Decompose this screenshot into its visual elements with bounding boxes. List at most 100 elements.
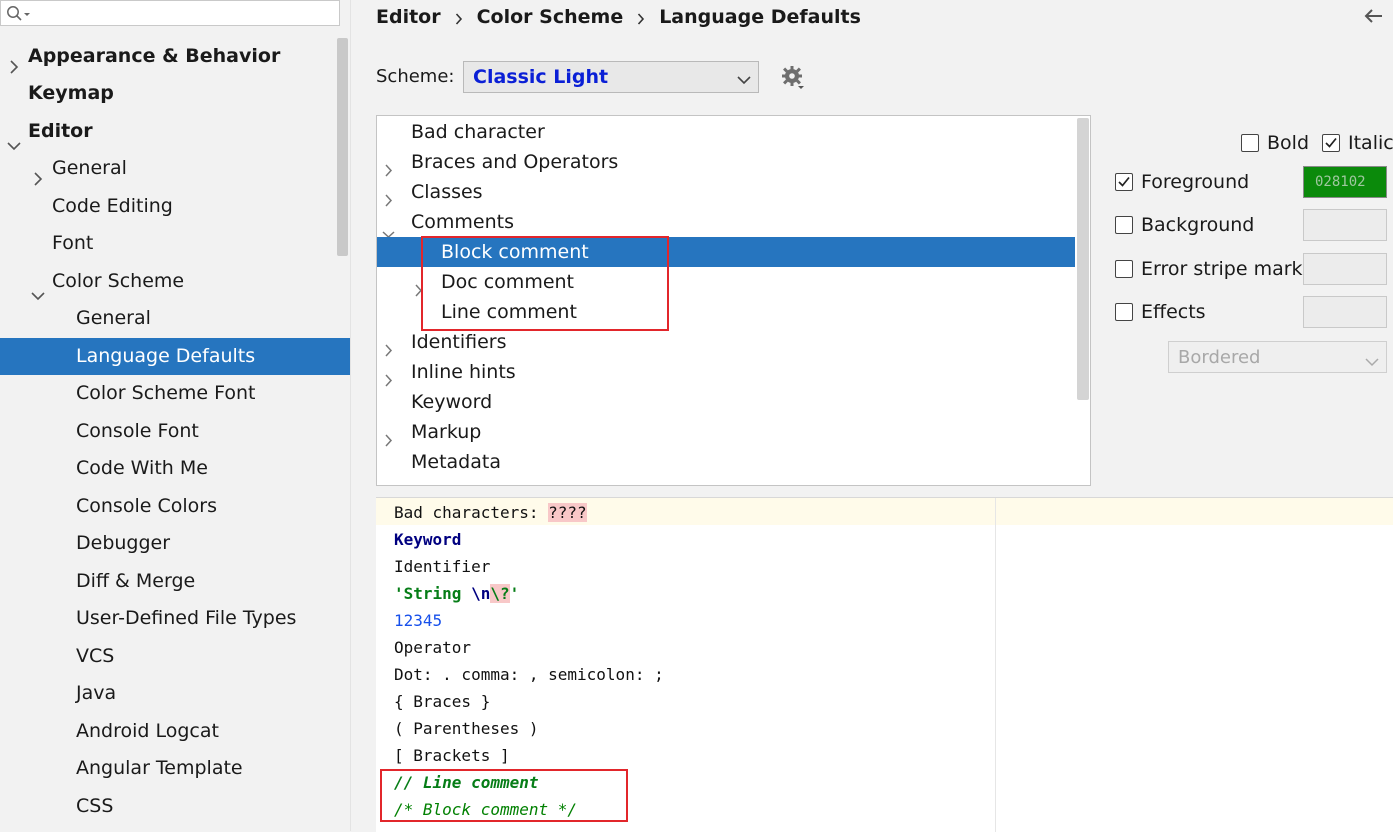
- bold-checkbox[interactable]: [1241, 134, 1259, 152]
- error-stripe-color-swatch[interactable]: [1303, 253, 1387, 285]
- preview-comments-highlight-box: [380, 769, 628, 822]
- sidebar-item-label: Diff & Merge: [76, 570, 196, 592]
- sidebar-item-debugger[interactable]: Debugger: [0, 525, 350, 562]
- sidebar-item-language-defaults[interactable]: Language Defaults: [0, 338, 350, 375]
- sidebar-item-label: Console Font: [76, 420, 199, 442]
- search-icon: [6, 5, 32, 27]
- chevron-down-icon: [1365, 352, 1379, 371]
- sidebar-item-console-font[interactable]: Console Font: [0, 413, 350, 450]
- error-stripe-checkbox[interactable]: [1115, 260, 1133, 278]
- sidebar-scrollbar[interactable]: [337, 38, 348, 256]
- preview-line-brackets: [ Brackets ]: [394, 746, 510, 765]
- sidebar-item-label: Editor: [28, 120, 93, 142]
- scheme-value: Classic Light: [473, 66, 609, 88]
- sidebar-item-java[interactable]: Java: [0, 675, 350, 712]
- tree-scrollbar[interactable]: [1077, 118, 1089, 400]
- sidebar-item-color-scheme-font[interactable]: Color Scheme Font: [0, 375, 350, 412]
- checkmark-icon: [1118, 176, 1130, 187]
- preview-line-braces: { Braces }: [394, 692, 491, 711]
- effects-color-swatch[interactable]: [1303, 296, 1387, 328]
- sidebar-item-code-with-me[interactable]: Code With Me: [0, 450, 350, 487]
- sidebar-item-label: Language Defaults: [76, 345, 256, 367]
- sidebar-item-console-colors[interactable]: Console Colors: [0, 488, 350, 525]
- sidebar-item-vcs[interactable]: VCS: [0, 638, 350, 675]
- sidebar-item-label: VCS: [76, 645, 115, 667]
- comments-highlight-box: [421, 236, 669, 331]
- effects-label: Effects: [1141, 301, 1206, 323]
- tree-item-comments[interactable]: Comments: [377, 207, 1075, 239]
- sidebar-item-font[interactable]: Font: [0, 225, 350, 262]
- code-bad-escape: \?: [490, 584, 510, 603]
- chevron-right-icon: [455, 10, 463, 29]
- sidebar-item-label: Appearance & Behavior: [28, 45, 281, 67]
- tree-item-label: Keyword: [411, 391, 493, 413]
- sidebar-item-general[interactable]: General: [0, 150, 350, 187]
- breadcrumb-item[interactable]: Color Scheme: [477, 6, 624, 28]
- preview-line-string: 'String \n\?': [394, 583, 519, 605]
- breadcrumb-item-current: Language Defaults: [659, 6, 861, 28]
- sidebar-item-label: Font: [52, 232, 94, 254]
- sidebar-item-diff-merge[interactable]: Diff & Merge: [0, 563, 350, 600]
- effects-style-value: Bordered: [1178, 347, 1261, 368]
- sidebar-item-label: Console Colors: [76, 495, 217, 517]
- sidebar-item-label: Angular Template: [76, 757, 243, 779]
- sidebar-item-label: Android Logcat: [76, 720, 219, 742]
- background-color-swatch[interactable]: [1303, 209, 1387, 241]
- chevron-down-icon: [736, 71, 752, 90]
- back-arrow-icon[interactable]: [1364, 8, 1384, 28]
- tree-item-metadata[interactable]: Metadata: [377, 447, 1075, 477]
- sidebar-item-keymap[interactable]: Keymap: [0, 75, 350, 112]
- scheme-dropdown[interactable]: Classic Light: [463, 61, 759, 93]
- sidebar-item-color-scheme-general[interactable]: General: [0, 300, 350, 337]
- background-label: Background: [1141, 214, 1255, 236]
- gear-icon[interactable]: [780, 65, 806, 95]
- tree-item-label: Bad character: [411, 121, 545, 143]
- tree-item-keyword[interactable]: Keyword: [377, 387, 1075, 417]
- breadcrumb-item[interactable]: Editor: [376, 6, 441, 28]
- code-bad-character: ????: [548, 503, 587, 522]
- foreground-color-swatch[interactable]: 028102: [1303, 166, 1387, 198]
- sidebar-item-color-scheme[interactable]: Color Scheme: [0, 263, 350, 301]
- sidebar-item-user-defined-file-types[interactable]: User-Defined File Types: [0, 600, 350, 637]
- foreground-checkbox[interactable]: [1115, 173, 1133, 191]
- foreground-label: Foreground: [1141, 171, 1250, 193]
- search-input[interactable]: [0, 0, 340, 26]
- preview-line-bad-characters: Bad characters: ????: [394, 502, 587, 524]
- settings-sidebar: Appearance & Behavior Keymap Editor Gene…: [0, 0, 351, 831]
- preview-line-parentheses: ( Parentheses ): [394, 719, 539, 738]
- foreground-color-value: 028102: [1315, 174, 1366, 190]
- tree-item-classes[interactable]: Classes: [377, 177, 1075, 207]
- sidebar-item-appearance-behavior[interactable]: Appearance & Behavior: [0, 38, 350, 75]
- sidebar-item-label: CSS: [76, 795, 114, 817]
- sidebar-item-editor[interactable]: Editor: [0, 113, 350, 151]
- tree-item-inline-hints[interactable]: Inline hints: [377, 357, 1075, 387]
- checkmark-icon: [1325, 137, 1337, 148]
- tree-item-label: Inline hints: [411, 361, 516, 383]
- sidebar-item-css[interactable]: CSS: [0, 788, 350, 825]
- preview-line-operator: Operator: [394, 638, 472, 657]
- error-stripe-label: Error stripe mark: [1141, 258, 1303, 280]
- italic-checkbox[interactable]: [1322, 134, 1340, 152]
- sidebar-item-android-logcat[interactable]: Android Logcat: [0, 713, 350, 750]
- tree-item-markup[interactable]: Markup: [377, 417, 1075, 447]
- sidebar-item-code-editing[interactable]: Code Editing: [0, 188, 350, 225]
- chevron-right-icon: [637, 10, 645, 29]
- sidebar-item-label: General: [76, 307, 151, 329]
- effects-checkbox[interactable]: [1115, 303, 1133, 321]
- tree-item-bad-character[interactable]: Bad character: [377, 117, 1075, 147]
- tree-item-braces-operators[interactable]: Braces and Operators: [377, 147, 1075, 177]
- sidebar-item-label: Code With Me: [76, 457, 208, 479]
- tree-item-label: Markup: [411, 421, 482, 443]
- tree-item-identifiers[interactable]: Identifiers: [377, 327, 1075, 357]
- effects-style-dropdown[interactable]: Bordered: [1168, 341, 1387, 373]
- preview-line-punctuation: Dot: . comma: , semicolon: ;: [394, 665, 664, 684]
- scheme-label: Scheme:: [376, 66, 455, 87]
- code-string: 'String: [394, 584, 472, 603]
- background-checkbox[interactable]: [1115, 216, 1133, 234]
- sidebar-item-label: Code Editing: [52, 195, 173, 217]
- sidebar-item-angular-template[interactable]: Angular Template: [0, 750, 350, 787]
- preview-line-keyword: Keyword: [394, 530, 462, 549]
- tree-item-label: Identifiers: [411, 331, 507, 353]
- bold-label: Bold: [1267, 132, 1309, 154]
- tree-item-label: Braces and Operators: [411, 151, 619, 173]
